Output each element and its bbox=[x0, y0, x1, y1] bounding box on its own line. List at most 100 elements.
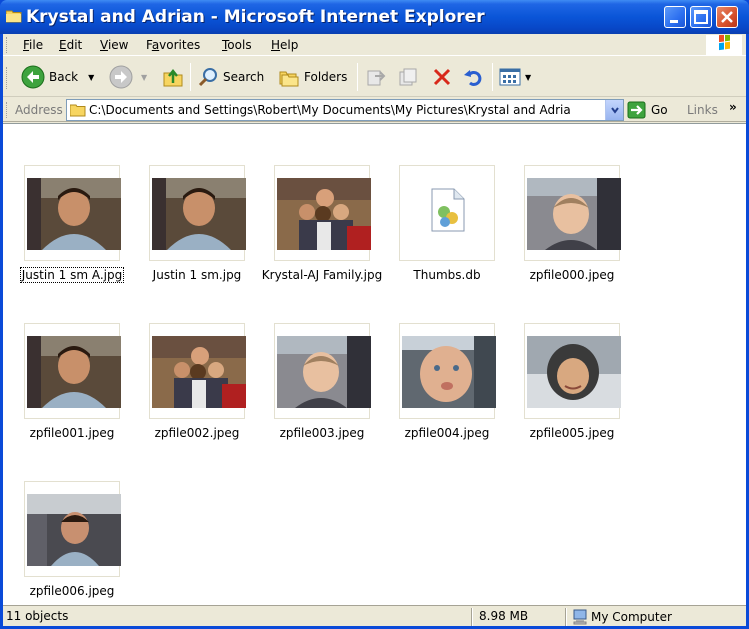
thumbnail-frame[interactable] bbox=[524, 323, 621, 419]
menu-help[interactable]: Help bbox=[271, 38, 298, 52]
undo-button[interactable] bbox=[462, 63, 484, 91]
delete-button[interactable] bbox=[431, 63, 453, 91]
thumbnail-frame[interactable] bbox=[149, 165, 246, 261]
file-name-text: zpfile006.jpeg bbox=[29, 584, 115, 598]
menu-file[interactable]: File bbox=[23, 38, 43, 52]
thumbnail-frame[interactable] bbox=[24, 481, 121, 577]
toolbar-grip[interactable] bbox=[6, 67, 9, 89]
folder-icon bbox=[6, 10, 22, 23]
status-divider bbox=[565, 608, 567, 626]
undo-icon bbox=[464, 70, 482, 86]
thumbnail-frame[interactable] bbox=[149, 323, 246, 419]
go-button[interactable]: Go bbox=[627, 100, 668, 120]
folders-icon bbox=[279, 71, 299, 87]
toolbar-separator bbox=[190, 63, 191, 91]
file-name-label[interactable]: Justin 1 sm A.jpg bbox=[11, 267, 133, 283]
menu-grip[interactable] bbox=[6, 37, 9, 53]
file-name-label[interactable]: Thumbs.db bbox=[386, 268, 508, 282]
views-button[interactable]: ▼ bbox=[499, 63, 531, 91]
photo-thumbnail bbox=[27, 178, 121, 250]
file-list-view[interactable]: Justin 1 sm A.jpg Justin 1 sm.jpg Krystal-… bbox=[3, 123, 746, 605]
file-name-label[interactable]: zpfile000.jpeg bbox=[511, 268, 633, 282]
photo-thumbnail bbox=[277, 336, 371, 408]
photo-thumbnail bbox=[152, 336, 246, 408]
chevron-down-icon bbox=[610, 107, 619, 114]
file-name-label[interactable]: Justin 1 sm.jpg bbox=[136, 268, 258, 282]
file-name-text: Thumbs.db bbox=[413, 268, 481, 282]
maximize-icon bbox=[694, 10, 708, 24]
ie-window: Krystal and Adrian - Microsoft Internet … bbox=[0, 0, 749, 629]
folder-icon bbox=[70, 104, 86, 117]
file-name-text: Krystal-AJ Family.jpg bbox=[261, 268, 383, 282]
thumbnail-frame[interactable] bbox=[24, 165, 121, 261]
thumbnail-frame[interactable] bbox=[274, 165, 371, 261]
file-name-label[interactable]: zpfile003.jpeg bbox=[261, 426, 383, 440]
toolbar-separator bbox=[492, 63, 493, 91]
copy-to-icon bbox=[399, 68, 417, 86]
file-name-label[interactable]: zpfile006.jpeg bbox=[11, 584, 133, 598]
move-to-icon bbox=[367, 70, 386, 86]
thumbnail-frame[interactable] bbox=[524, 165, 621, 261]
move-to-button[interactable] bbox=[365, 63, 387, 91]
folders-button[interactable]: Folders bbox=[278, 63, 347, 91]
photo-thumbnail bbox=[27, 336, 121, 408]
address-grip[interactable] bbox=[6, 102, 9, 118]
up-folder-icon bbox=[163, 68, 183, 87]
photo-thumbnail bbox=[402, 336, 496, 408]
back-arrow-icon bbox=[21, 65, 45, 89]
menu-bar: File Edit View Favorites Tools Help bbox=[3, 33, 746, 56]
file-name-label[interactable]: zpfile002.jpeg bbox=[136, 426, 258, 440]
photo-thumbnail bbox=[527, 336, 621, 408]
up-folder-button[interactable] bbox=[161, 63, 189, 91]
views-icon bbox=[499, 68, 521, 86]
chevron-right-icon[interactable]: » bbox=[729, 100, 737, 114]
copy-to-button[interactable] bbox=[397, 63, 419, 91]
address-bar: Address C:\Documents and Settings\Robert… bbox=[3, 98, 746, 122]
thumbnail-frame[interactable] bbox=[24, 323, 121, 419]
thumbnail-frame[interactable] bbox=[274, 323, 371, 419]
file-name-text: Justin 1 sm.jpg bbox=[152, 268, 242, 282]
search-button[interactable]: Search bbox=[197, 63, 264, 91]
menu-tools[interactable]: Tools bbox=[222, 38, 252, 52]
file-name-text: zpfile004.jpeg bbox=[404, 426, 490, 440]
forward-arrow-icon bbox=[109, 65, 133, 89]
thumbnail-frame[interactable] bbox=[399, 165, 495, 261]
search-icon bbox=[198, 68, 217, 87]
address-input[interactable]: C:\Documents and Settings\Robert\My Docu… bbox=[66, 99, 624, 121]
address-dropdown-button[interactable] bbox=[605, 100, 623, 120]
photo-thumbnail bbox=[277, 178, 371, 250]
windows-flag-icon bbox=[719, 33, 730, 51]
address-label: Address bbox=[15, 103, 63, 117]
windows-logo bbox=[706, 33, 742, 55]
file-name-text: zpfile003.jpeg bbox=[279, 426, 365, 440]
file-name-label[interactable]: zpfile001.jpeg bbox=[11, 426, 133, 440]
photo-thumbnail bbox=[152, 178, 246, 250]
links-toolbar[interactable]: Links bbox=[687, 103, 718, 117]
window-client: File Edit View Favorites Tools Help Back… bbox=[3, 33, 746, 626]
address-value[interactable]: C:\Documents and Settings\Robert\My Docu… bbox=[89, 103, 599, 117]
file-name-text: zpfile000.jpeg bbox=[529, 268, 615, 282]
file-name-label[interactable]: zpfile005.jpeg bbox=[511, 426, 633, 440]
back-button[interactable]: Back ▼ bbox=[21, 63, 94, 91]
file-name-label[interactable]: zpfile004.jpeg bbox=[386, 426, 508, 440]
back-dropdown-icon[interactable]: ▼ bbox=[88, 73, 94, 82]
thumbnail-frame[interactable] bbox=[399, 323, 496, 419]
status-object-count: 11 objects bbox=[6, 609, 69, 623]
forward-button[interactable]: ▼ bbox=[109, 63, 147, 91]
maximize-button[interactable] bbox=[690, 6, 712, 28]
close-icon bbox=[721, 11, 733, 23]
minimize-button[interactable] bbox=[664, 6, 686, 28]
title-bar[interactable]: Krystal and Adrian - Microsoft Internet … bbox=[0, 0, 749, 34]
menu-edit[interactable]: Edit bbox=[59, 38, 82, 52]
file-name-text: zpfile001.jpeg bbox=[29, 426, 115, 440]
menu-favorites[interactable]: Favorites bbox=[146, 38, 200, 52]
delete-icon bbox=[433, 68, 451, 86]
forward-dropdown-icon[interactable]: ▼ bbox=[141, 73, 147, 82]
go-arrow-icon bbox=[627, 101, 646, 119]
toolbar-separator bbox=[357, 63, 358, 91]
close-button[interactable] bbox=[716, 6, 738, 28]
menu-view[interactable]: View bbox=[100, 38, 128, 52]
status-bar: 11 objects 8.98 MB My Computer bbox=[3, 605, 746, 626]
views-dropdown-icon[interactable]: ▼ bbox=[525, 73, 531, 82]
file-name-label[interactable]: Krystal-AJ Family.jpg bbox=[261, 268, 383, 282]
